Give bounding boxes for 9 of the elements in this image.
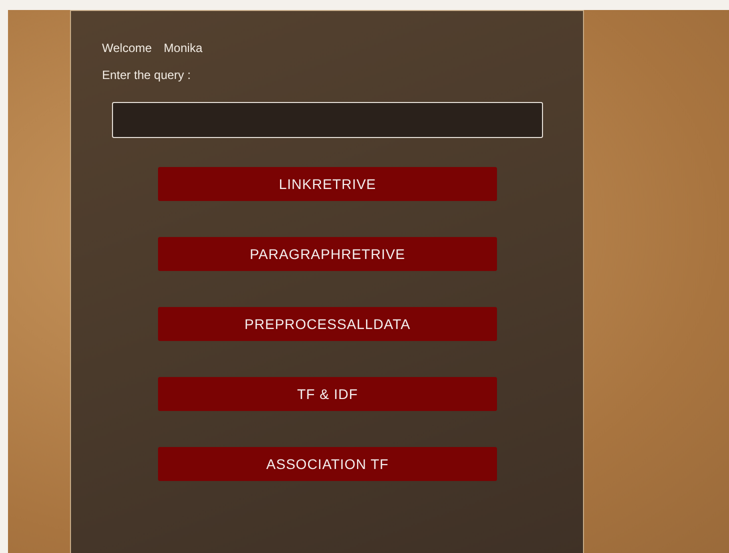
action-button[interactable]: ASSOCIATION TF: [158, 447, 497, 481]
query-label: Enter the query :: [102, 68, 192, 82]
user-name: Monika: [164, 41, 202, 55]
action-button[interactable]: TF & IDF: [158, 377, 497, 411]
action-button[interactable]: PARAGRAPHRETRIVE: [158, 237, 497, 271]
action-button[interactable]: LINKRETRIVE: [158, 167, 497, 201]
action-button[interactable]: PREPROCESSALLDATA: [158, 307, 497, 341]
query-field[interactable]: [112, 102, 543, 138]
welcome-label: Welcome: [102, 41, 152, 55]
